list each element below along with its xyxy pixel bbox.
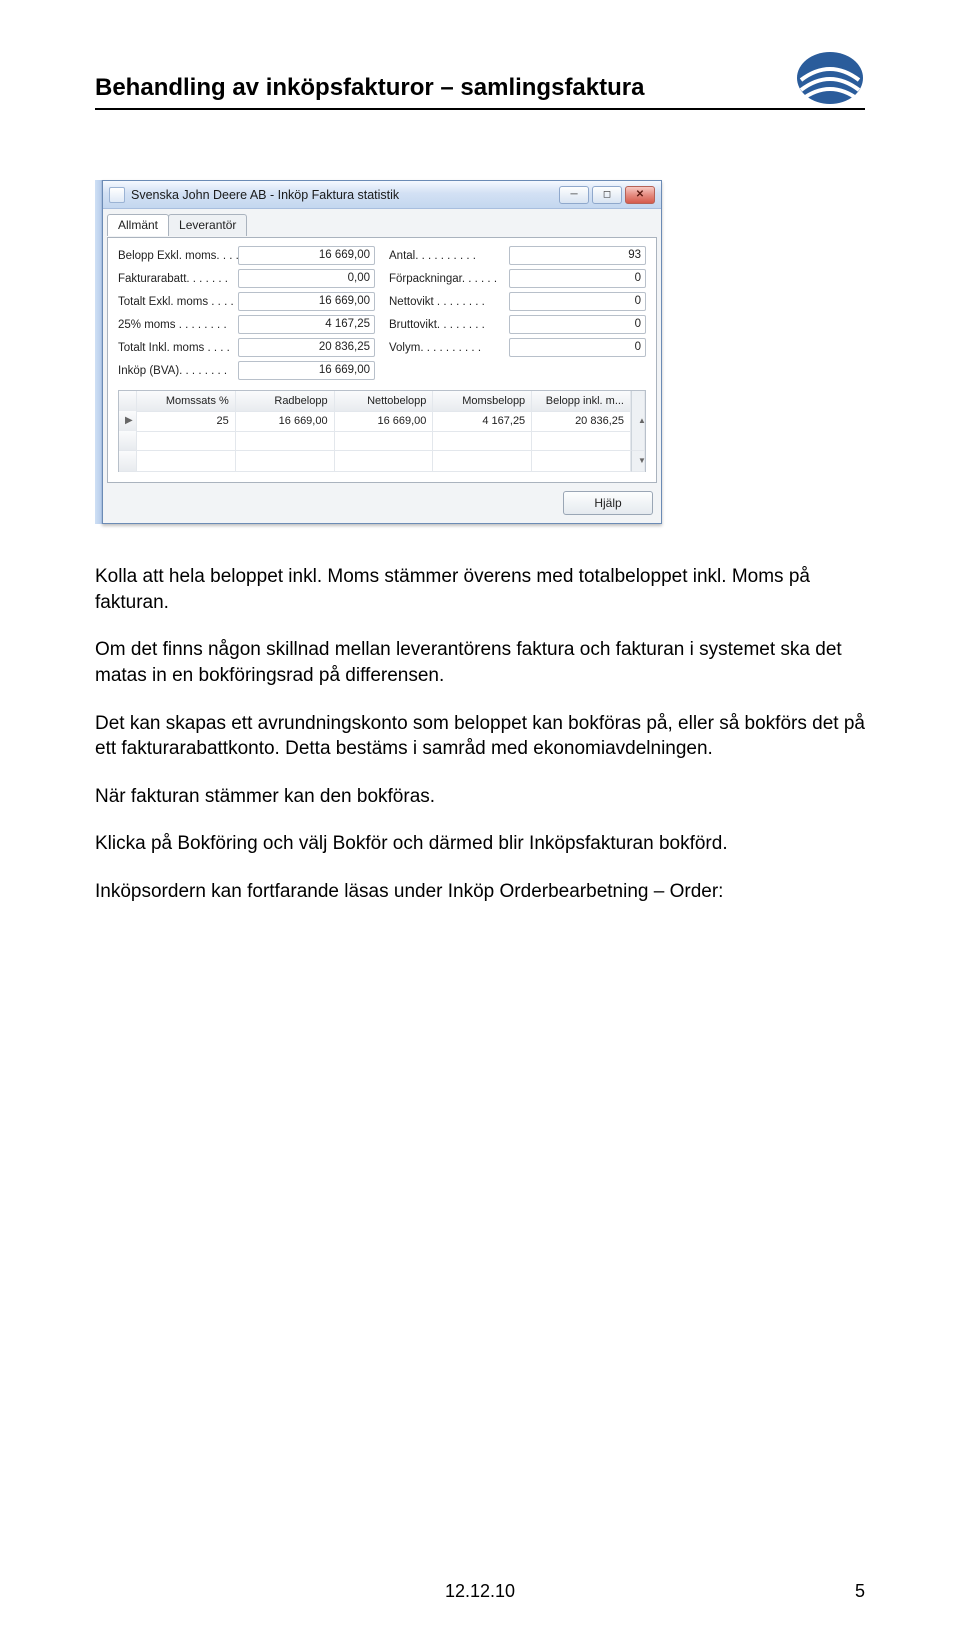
stat-value: 0: [509, 315, 646, 334]
stat-label: Totalt Inkl. moms . . . .: [118, 342, 238, 354]
stat-label: 25% moms . . . . . . . .: [118, 319, 238, 331]
page-number: 5: [825, 1581, 865, 1602]
stat-value: 0,00: [238, 269, 375, 288]
stat-value: 20 836,25: [238, 338, 375, 357]
stat-label: Belopp Exkl. moms. . . .: [118, 250, 238, 262]
window-titlebar[interactable]: Svenska John Deere AB - Inköp Faktura st…: [103, 181, 661, 209]
vat-table: Momssats % Radbelopp Nettobelopp Momsbel…: [118, 390, 646, 472]
dialog-window: Svenska John Deere AB - Inköp Faktura st…: [102, 180, 662, 524]
table-row[interactable]: ▶ 25 16 669,00 16 669,00 4 167,25 20 836…: [119, 411, 645, 431]
table-row: ▼: [119, 451, 645, 471]
cell: 4 167,25: [433, 411, 532, 432]
stat-label: Förpackningar. . . . . .: [389, 273, 509, 285]
close-button[interactable]: ✕: [625, 186, 655, 204]
stat-value: 16 669,00: [238, 292, 375, 311]
stat-value: 0: [509, 292, 646, 311]
cell: 16 669,00: [236, 411, 335, 432]
paragraph: Om det finns någon skillnad mellan lever…: [95, 637, 865, 688]
window-icon: [109, 187, 125, 203]
paragraph: Klicka på Bokföring och välj Bokför och …: [95, 831, 865, 857]
maximize-button[interactable]: ◻: [592, 186, 622, 204]
window-title: Svenska John Deere AB - Inköp Faktura st…: [131, 188, 399, 202]
cell: 20 836,25: [532, 411, 631, 432]
minimize-button[interactable]: ─: [559, 186, 589, 204]
col-header: Belopp inkl. m...: [532, 391, 631, 412]
stat-label: Antal. . . . . . . . . .: [389, 250, 509, 262]
stat-value: 16 669,00: [238, 246, 375, 265]
col-header: Nettobelopp: [335, 391, 434, 412]
stat-label: Nettovikt . . . . . . . .: [389, 296, 509, 308]
paragraph: Kolla att hela beloppet inkl. Moms stämm…: [95, 564, 865, 615]
col-header: Radbelopp: [236, 391, 335, 412]
help-button[interactable]: Hjälp: [563, 491, 653, 515]
table-row: [119, 431, 645, 451]
company-logo: [795, 50, 865, 106]
stat-value: 4 167,25: [238, 315, 375, 334]
cell: 25: [137, 411, 236, 432]
col-header: Momsbelopp: [433, 391, 532, 412]
paragraph: Inköpsordern kan fortfarande läsas under…: [95, 879, 865, 905]
paragraph: När fakturan stämmer kan den bokföras.: [95, 784, 865, 810]
tab-supplier[interactable]: Leverantör: [168, 214, 247, 236]
page-title: Behandling av inköpsfakturor – samlingsf…: [95, 74, 644, 102]
scroll-up-icon[interactable]: ▲: [631, 411, 645, 432]
scroll-down-icon[interactable]: ▼: [631, 451, 645, 472]
stat-label: Inköp (BVA). . . . . . . .: [118, 365, 238, 377]
stat-value: 93: [509, 246, 646, 265]
stat-label: Volym. . . . . . . . . .: [389, 342, 509, 354]
stat-label: Bruttovikt. . . . . . . .: [389, 319, 509, 331]
cell: 16 669,00: [335, 411, 434, 432]
stat-value: 0: [509, 269, 646, 288]
tab-general[interactable]: Allmänt: [107, 214, 169, 236]
stat-label: Totalt Exkl. moms . . . .: [118, 296, 238, 308]
stat-value: 0: [509, 338, 646, 357]
stat-value: 16 669,00: [238, 361, 375, 380]
stat-label: Fakturarabatt. . . . . . .: [118, 273, 238, 285]
footer-date: 12.12.10: [135, 1581, 825, 1602]
col-header: Momssats %: [137, 391, 236, 412]
paragraph: Det kan skapas ett avrundningskonto som …: [95, 711, 865, 762]
